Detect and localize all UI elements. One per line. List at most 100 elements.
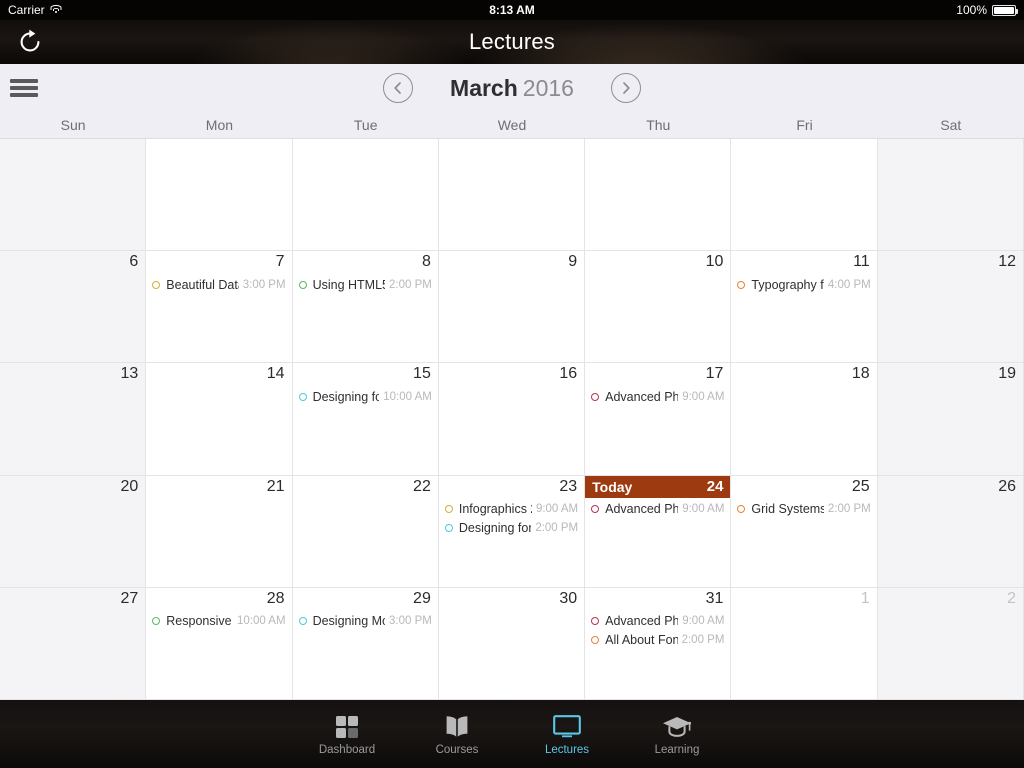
calendar-event[interactable]: Infographics 2.09:00 AM	[444, 500, 578, 519]
calendar-day-cell[interactable]: 19	[877, 363, 1024, 476]
calendar-event[interactable]: Beautiful Data 3:00 PM	[152, 275, 286, 294]
calendar-day-cell[interactable]: 14	[146, 363, 293, 476]
calendar-day-cell[interactable]: 16	[438, 363, 586, 476]
day-number: 25	[851, 477, 870, 495]
open-book-icon	[443, 712, 471, 740]
day-number: 11	[853, 253, 870, 271]
chevron-right-icon[interactable]	[611, 73, 641, 103]
calendar-event[interactable]: All About Fonts 2:00 PM	[591, 631, 724, 650]
calendar-day-cell[interactable]: 13	[0, 363, 147, 476]
navigation-bar: Lectures	[0, 20, 1024, 64]
day-number: 28	[266, 589, 285, 607]
event-title: Beautiful Data	[166, 277, 239, 292]
day-events-list: Responsive W…10:00 AM	[146, 612, 291, 631]
event-time: 9:00 AM	[682, 615, 725, 628]
calendar-day-cell[interactable]	[292, 139, 439, 252]
weekday-header-sat: Sat	[940, 117, 962, 133]
month-year-label: March 2016	[437, 75, 587, 102]
calendar-event[interactable]: Advanced Ph… 9:00 AM	[591, 500, 724, 519]
calendar-event[interactable]: Advanced Ph… 9:00 AM	[591, 387, 724, 406]
calendar-day-cell[interactable]	[585, 139, 732, 252]
calendar-day-cell[interactable]: 15 Designing for…10:00 AM	[292, 363, 439, 476]
event-time: 4:00 PM	[827, 278, 871, 291]
chevron-left-icon[interactable]	[383, 73, 413, 103]
weekday-header-mon: Mon	[205, 117, 234, 133]
calendar-event[interactable]: Designing for… 2:00 PM	[444, 519, 578, 538]
day-number: 1	[860, 589, 870, 607]
day-number: 29	[413, 589, 431, 607]
weekday-header-row: Sun Mon Tue Wed Thu Fri Sat	[0, 112, 1024, 138]
calendar-day-cell[interactable]: 8 Using HTML5 2:00 PM	[292, 251, 439, 364]
dashboard-grid-icon	[334, 712, 360, 740]
day-number: 12	[998, 253, 1016, 271]
calendar-day-cell[interactable]: 17 Advanced Ph… 9:00 AM	[585, 363, 732, 476]
event-color-dot-icon	[444, 524, 453, 533]
calendar-day-cell[interactable]: 23 Infographics 2.09:00 AM Designing for… 2…	[438, 475, 586, 588]
page-title: Lectures	[469, 29, 555, 54]
calendar-event[interactable]: Typography fo…4:00 PM	[737, 275, 871, 294]
weekday-header-tue: Tue	[353, 117, 378, 133]
calendar-day-cell[interactable]: 2	[877, 587, 1024, 700]
calendar-day-cell[interactable]: 30	[438, 587, 586, 700]
calendar-day-cell[interactable]: 25 Grid Systems 2:00 PM	[731, 475, 878, 588]
calendar-day-cell[interactable]: 26	[877, 475, 1024, 588]
tab-courses[interactable]: Courses	[402, 704, 512, 764]
calendar-day-cell[interactable]: 27	[0, 587, 147, 700]
tab-learning[interactable]: Learning	[622, 704, 732, 764]
calendar-day-cell[interactable]: 21	[146, 475, 293, 588]
calendar-day-cell[interactable]: 28 Responsive W…10:00 AM	[146, 587, 293, 700]
day-number: 9	[568, 253, 578, 271]
day-number: 24	[706, 478, 724, 496]
calendar-day-cell[interactable]	[438, 139, 586, 252]
calendar-day-cell[interactable]: 11 Typography fo…4:00 PM	[731, 251, 878, 364]
event-title: All About Fonts	[605, 633, 677, 648]
event-title: Infographics 2.0	[458, 502, 532, 517]
calendar-day-cell[interactable]: Today 24 Advanced Ph… 9:00 AM	[585, 475, 732, 588]
calendar-day-cell[interactable]: 6	[0, 251, 147, 364]
calendar-day-cell[interactable]: 20	[0, 475, 147, 588]
bottom-tab-bar: Dashboard Courses Lectures Learning	[0, 700, 1024, 768]
calendar-day-cell[interactable]: 18	[731, 363, 878, 476]
day-events-list: Beautiful Data 3:00 PM	[146, 275, 291, 294]
event-time: 9:00 AM	[682, 503, 725, 516]
calendar-event[interactable]: Advanced Ph… 9:00 AM	[591, 612, 724, 631]
event-time: 3:00 PM	[389, 615, 432, 628]
calendar-day-cell[interactable]: 12	[877, 251, 1024, 364]
calendar-event[interactable]: Designing Mo… 3:00 PM	[298, 612, 432, 631]
day-number: 16	[559, 365, 578, 383]
battery-percent-label: 100%	[956, 3, 987, 17]
battery-full-icon	[992, 4, 1018, 16]
calendar-event[interactable]: Designing for…10:00 AM	[298, 387, 432, 406]
calendar-day-cell[interactable]: 29 Designing Mo… 3:00 PM	[292, 587, 439, 700]
calendar-event[interactable]: Grid Systems 2:00 PM	[737, 500, 871, 519]
calendar-day-cell[interactable]	[731, 139, 878, 252]
calendar-event[interactable]: Using HTML5 2:00 PM	[298, 275, 432, 294]
month-navigation: March 2016	[0, 64, 1024, 112]
day-number: 6	[129, 253, 139, 271]
calendar-event[interactable]: Responsive W…10:00 AM	[152, 612, 286, 631]
day-number: 7	[275, 253, 285, 271]
tab-lectures[interactable]: Lectures	[512, 704, 622, 764]
event-time: 10:00 AM	[383, 390, 432, 403]
calendar-day-cell[interactable]: 7 Beautiful Data 3:00 PM	[146, 251, 293, 364]
weekday-header-thu: Thu	[646, 117, 671, 133]
month-name: March	[450, 74, 518, 101]
event-title: Designing for…	[458, 521, 531, 536]
tab-label: Learning	[654, 744, 700, 756]
event-color-dot-icon	[591, 636, 600, 645]
event-time: 2:00 PM	[681, 634, 725, 647]
day-number: 20	[120, 477, 139, 495]
calendar-day-cell[interactable]	[146, 139, 293, 252]
calendar-day-cell[interactable]	[0, 139, 147, 252]
event-title: Advanced Ph…	[605, 502, 678, 517]
calendar-day-cell[interactable]: 22	[292, 475, 439, 588]
calendar-day-cell[interactable]: 9	[438, 251, 586, 364]
calendar-day-cell[interactable]: 1	[731, 587, 878, 700]
calendar-day-cell[interactable]: 31 Advanced Ph… 9:00 AM All About Fonts 2:00…	[585, 587, 732, 700]
calendar-day-cell[interactable]: 10	[585, 251, 732, 364]
weekday-header-sun: Sun	[60, 117, 86, 133]
event-time: 2:00 PM	[827, 503, 871, 516]
day-number: 15	[413, 365, 431, 383]
tab-dashboard[interactable]: Dashboard	[292, 704, 402, 764]
calendar-day-cell[interactable]	[877, 139, 1024, 252]
